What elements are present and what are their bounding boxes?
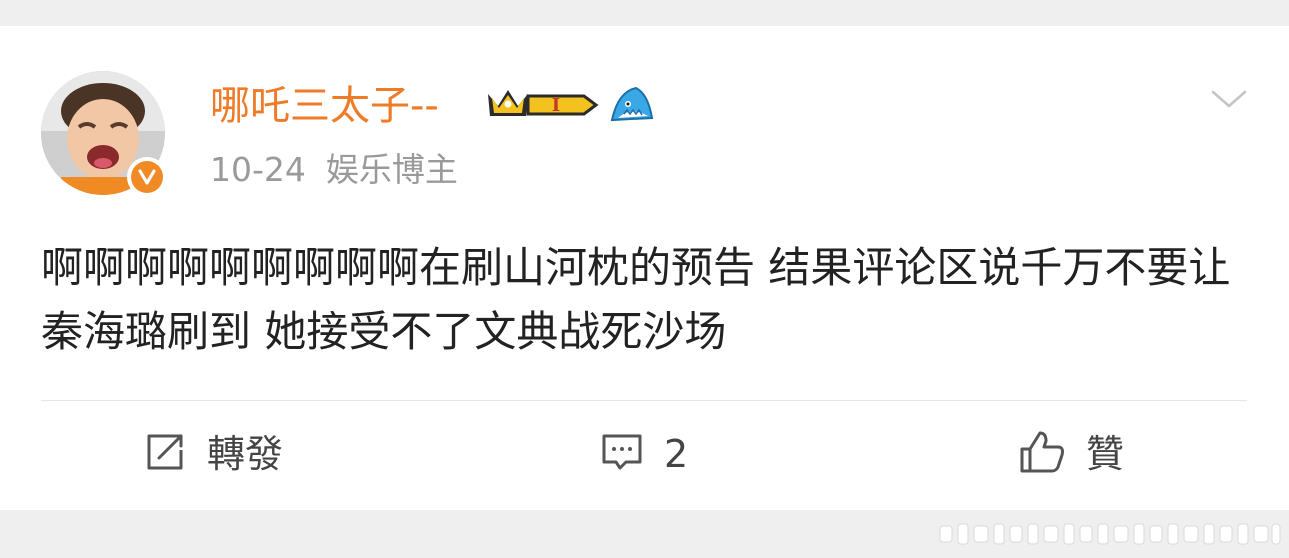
user-badges: I xyxy=(484,86,654,128)
username[interactable]: 哪吒三太子-- xyxy=(210,82,439,130)
shark-badge-icon[interactable] xyxy=(608,84,654,130)
repost-label: 轉發 xyxy=(207,432,284,476)
chevron-down-icon[interactable] xyxy=(1209,84,1249,114)
repost-button[interactable]: 轉發 xyxy=(143,428,283,480)
top-band xyxy=(0,0,1289,26)
post-timestamp: 10-24 xyxy=(210,150,306,189)
thumbs-up-icon xyxy=(1018,429,1066,479)
post-meta: 10-24 娱乐博主 xyxy=(210,148,458,192)
verified-v-icon xyxy=(131,161,163,193)
like-button[interactable]: 贊 xyxy=(1018,428,1124,480)
divider xyxy=(41,400,1247,401)
post-text: 啊啊啊啊啊啊啊啊啊在刷山河枕的预告 结果评论区说千万不要让秦海璐刷到 她接受不了… xyxy=(41,243,1231,356)
comment-button[interactable]: 2 xyxy=(600,428,688,480)
post-source: 娱乐博主 xyxy=(325,150,458,189)
comment-icon xyxy=(600,430,644,478)
comment-count: 2 xyxy=(664,432,689,476)
crown-badge-icon[interactable]: I xyxy=(484,84,600,130)
watermark-pattern xyxy=(938,514,1283,554)
like-label: 贊 xyxy=(1086,432,1125,476)
repost-icon xyxy=(143,430,187,478)
svg-text:I: I xyxy=(552,95,560,116)
verified-badge xyxy=(127,157,167,197)
